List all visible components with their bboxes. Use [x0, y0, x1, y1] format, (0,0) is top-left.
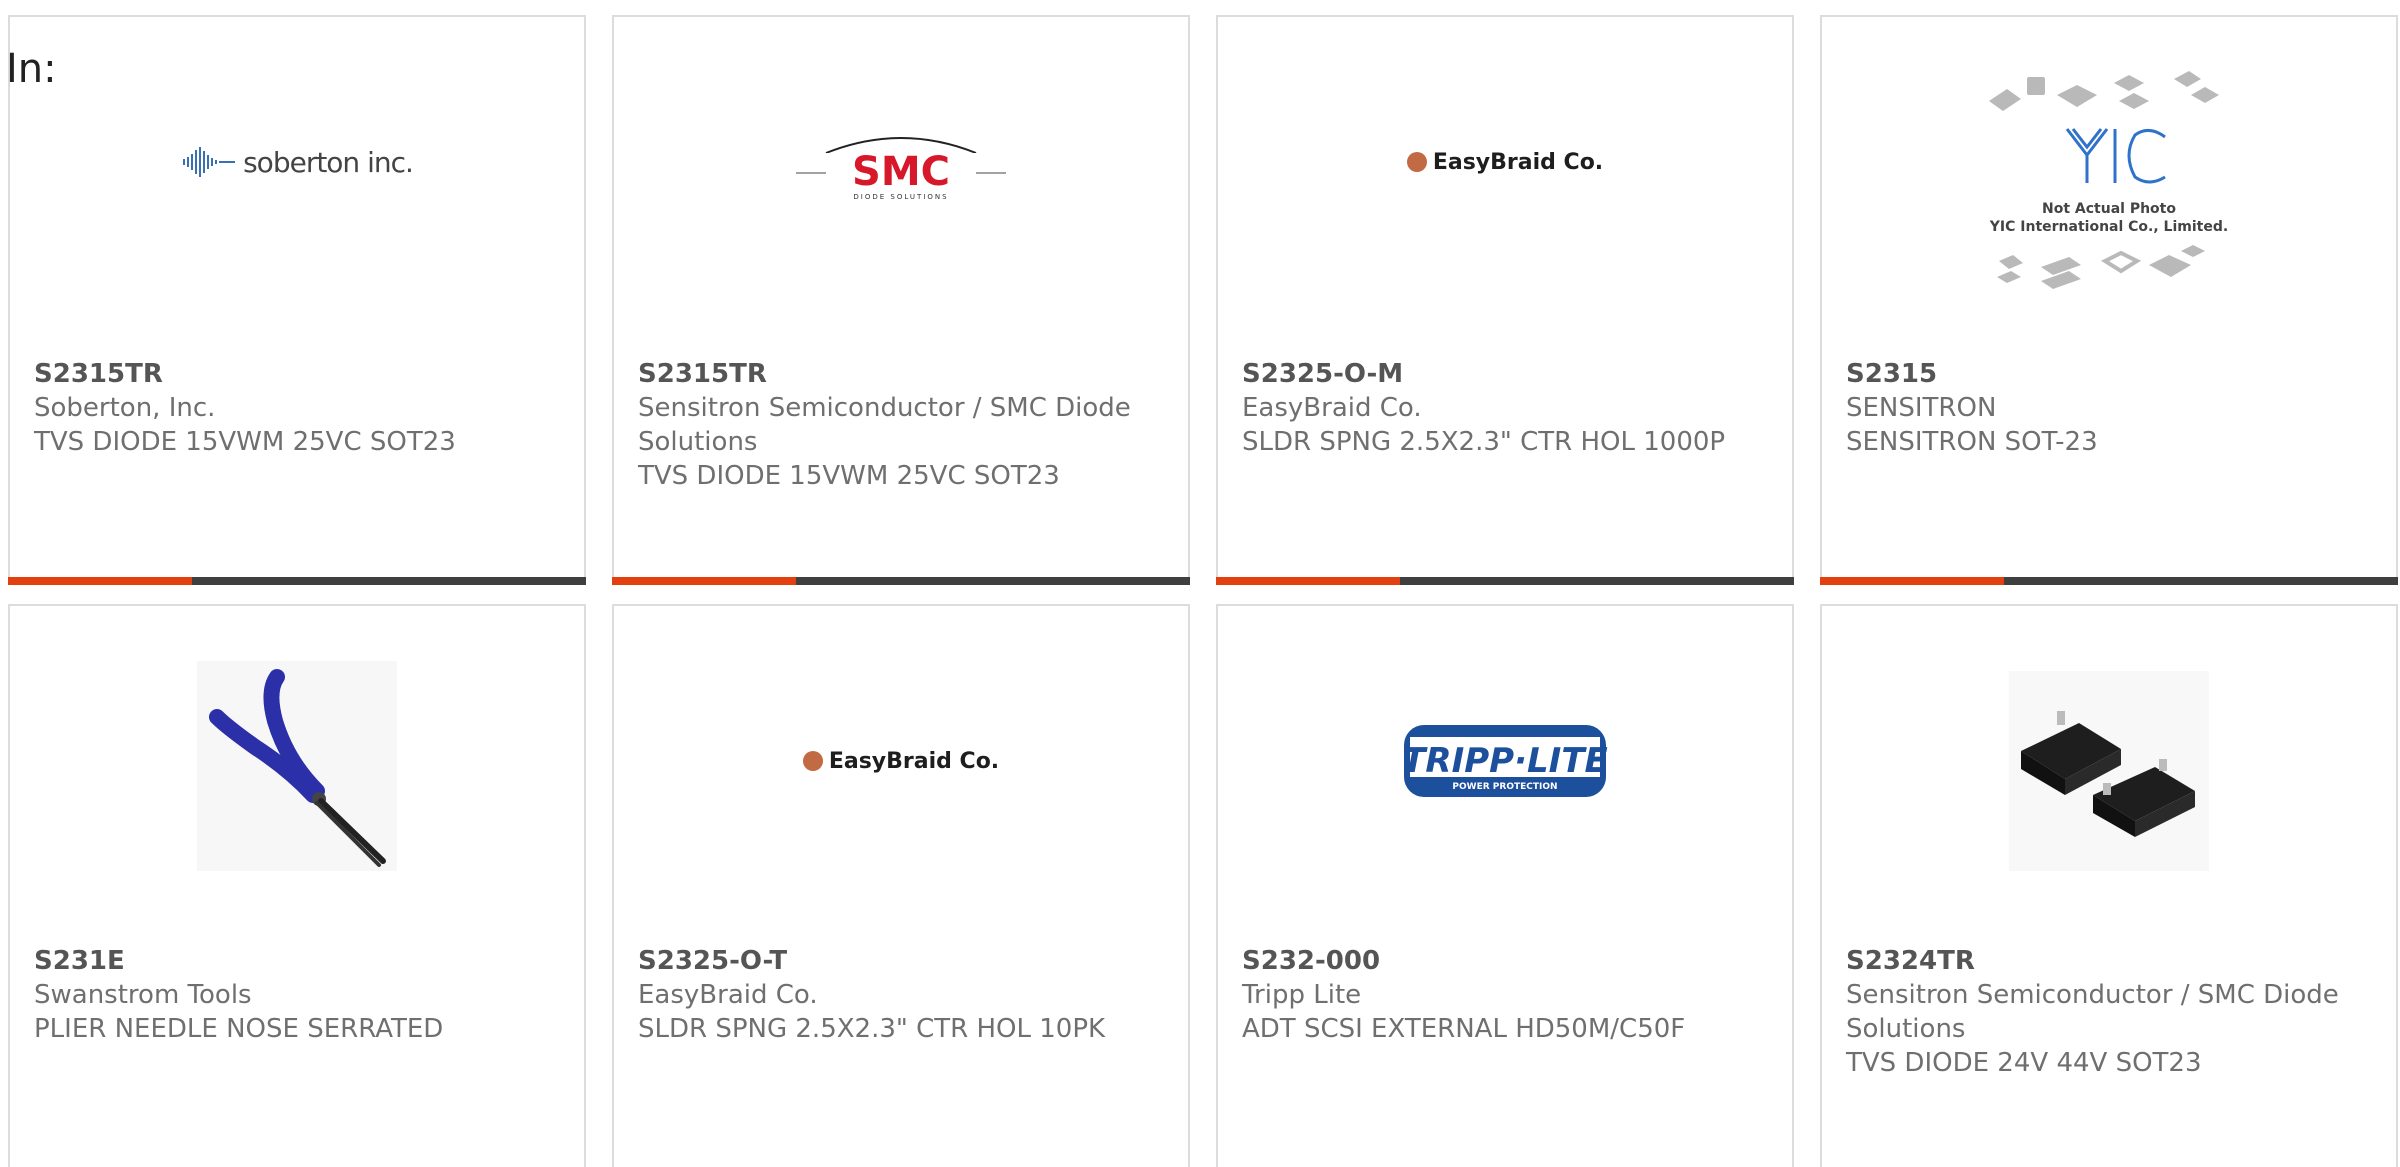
sot23-package-photo	[2009, 671, 2209, 871]
part-number-link[interactable]: S2324TR	[1846, 944, 2376, 978]
description: SLDR SPNG 2.5X2.3" CTR HOL 10PK	[638, 1014, 1106, 1044]
tripp-lite-logo: TRIPP·LITE POWER PROTECTION	[1402, 725, 1608, 797]
part-number-link[interactable]: S2315TR	[638, 357, 1168, 391]
brand-text: EasyBraid Co.	[1432, 149, 1604, 175]
product-card[interactable]: S231E Swanstrom Tools PLIER NEEDLE NOSE …	[8, 604, 586, 1167]
description: TVS DIODE 24V 44V SOT23	[1846, 1048, 2202, 1078]
manufacturer: Sensitron Semiconductor / SMC Diode Solu…	[1846, 980, 2339, 1044]
description: PLIER NEEDLE NOSE SERRATED	[34, 1014, 444, 1044]
product-card[interactable]: EasyBraid Co. S2325-O-M EasyBraid Co. SL…	[1216, 15, 1794, 585]
description: SENSITRON SOT-23	[1846, 427, 2098, 457]
product-image[interactable]: EasyBraid Co.	[614, 661, 1188, 901]
brand-text: TRIPP·LITE	[1402, 741, 1608, 781]
product-image[interactable]	[1822, 666, 2396, 876]
yic-placeholder-photo: Not Actual Photo YIC International Co., …	[1989, 71, 2228, 289]
part-number-link[interactable]: S2325-O-M	[1242, 357, 1772, 391]
product-card[interactable]: SMC DIODE SOLUTIONS S2315TR Sensitron Se…	[612, 15, 1190, 585]
tagline: POWER PROTECTION	[1452, 782, 1557, 792]
brand-text: EasyBraid Co.	[828, 748, 1000, 774]
brand-text: SMC	[852, 149, 950, 195]
product-image[interactable]	[10, 656, 584, 876]
smc-logo: SMC DIODE SOLUTIONS	[796, 136, 1006, 201]
manufacturer: Swanstrom Tools	[34, 980, 252, 1010]
brand-text: soberton inc.	[243, 145, 414, 179]
caption-line1: Not Actual Photo	[2042, 201, 2176, 217]
easybraid-mark-icon	[802, 751, 823, 771]
product-card[interactable]: Not Actual Photo YIC International Co., …	[1820, 15, 2398, 585]
manufacturer: EasyBraid Co.	[1242, 393, 1422, 423]
product-image[interactable]: TRIPP·LITE POWER PROTECTION	[1218, 661, 1792, 901]
accent-bar	[8, 577, 586, 585]
description: SLDR SPNG 2.5X2.3" CTR HOL 1000P	[1242, 427, 1726, 457]
product-image[interactable]: Not Actual Photo YIC International Co., …	[1822, 55, 2396, 325]
description: TVS DIODE 15VWM 25VC SOT23	[638, 461, 1060, 491]
product-image[interactable]: EasyBraid Co.	[1218, 72, 1792, 312]
manufacturer: EasyBraid Co.	[638, 980, 818, 1010]
product-card[interactable]: S2324TR Sensitron Semiconductor / SMC Di…	[1820, 604, 2398, 1167]
accent-bar	[1820, 577, 2398, 585]
manufacturer: SENSITRON	[1846, 393, 1997, 423]
accent-bar	[612, 577, 1190, 585]
in-label: In:	[6, 46, 57, 92]
part-number-link[interactable]: S2325-O-T	[638, 944, 1168, 978]
manufacturer: Sensitron Semiconductor / SMC Diode Solu…	[638, 393, 1131, 457]
needle-nose-plier-photo	[197, 661, 397, 871]
part-number-link[interactable]: S231E	[34, 944, 564, 978]
product-card[interactable]: TRIPP·LITE POWER PROTECTION S232-000 Tri…	[1216, 604, 1794, 1167]
easybraid-mark-icon	[1406, 152, 1427, 172]
part-number-link[interactable]: S232-000	[1242, 944, 1772, 978]
product-image[interactable]: SMC DIODE SOLUTIONS	[614, 72, 1188, 312]
soberton-logo: soberton inc.	[181, 145, 414, 179]
product-card[interactable]: soberton inc. S2315TR Soberton, Inc. TVS…	[8, 15, 586, 585]
easybraid-logo: EasyBraid Co.	[1406, 149, 1604, 175]
product-image[interactable]: soberton inc.	[10, 72, 584, 312]
easybraid-logo: EasyBraid Co.	[802, 748, 1000, 774]
description: ADT SCSI EXTERNAL HD50M/C50F	[1242, 1014, 1686, 1044]
manufacturer: Tripp Lite	[1242, 980, 1362, 1010]
manufacturer: Soberton, Inc.	[34, 393, 216, 423]
tagline: DIODE SOLUTIONS	[853, 193, 948, 201]
product-grid-page: In: soberton inc. S2315TR Soberton, Inc.…	[0, 0, 2400, 1167]
part-number-link[interactable]: S2315	[1846, 357, 2376, 391]
part-number-link[interactable]: S2315TR	[34, 357, 564, 391]
description: TVS DIODE 15VWM 25VC SOT23	[34, 427, 456, 457]
accent-bar	[1216, 577, 1794, 585]
product-card[interactable]: EasyBraid Co. S2325-O-T EasyBraid Co. SL…	[612, 604, 1190, 1167]
caption-line2: YIC International Co., Limited.	[1989, 219, 2228, 235]
soundwave-icon	[183, 147, 236, 177]
